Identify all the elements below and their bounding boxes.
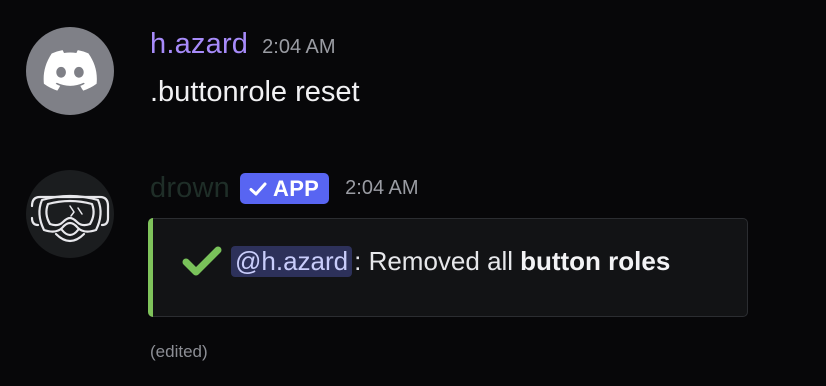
- chat-log: h.azard 2:04 AM .buttonrole reset drown …: [0, 0, 826, 386]
- embed-text: : Removed all: [354, 245, 514, 276]
- embed-bold-text: button roles: [520, 245, 671, 276]
- message-header: h.azard 2:04 AM: [150, 28, 336, 61]
- embed-accent-bar: [148, 218, 153, 317]
- check-icon: [249, 182, 267, 195]
- avatar[interactable]: [26, 170, 114, 258]
- message-header: drown APP 2:04 AM: [150, 172, 419, 205]
- username[interactable]: drown: [150, 172, 230, 205]
- heavy-check-mark-icon: [182, 246, 222, 276]
- user-mention[interactable]: @h.azard: [231, 245, 353, 277]
- timestamp: 2:04 AM: [262, 36, 336, 58]
- avatar[interactable]: [26, 27, 114, 115]
- app-badge: APP: [240, 173, 330, 204]
- embed-description: @h.azard : Removed all button roles: [182, 245, 670, 277]
- badge-label: APP: [273, 175, 320, 201]
- discord-logo-icon: [43, 50, 97, 91]
- snorkel-mask-icon: [30, 194, 110, 243]
- username[interactable]: h.azard: [150, 28, 248, 61]
- timestamp: 2:04 AM: [345, 177, 419, 199]
- embed: @h.azard : Removed all button roles: [148, 218, 748, 317]
- edited-label: (edited): [150, 342, 208, 361]
- message-content: .buttonrole reset: [150, 76, 360, 108]
